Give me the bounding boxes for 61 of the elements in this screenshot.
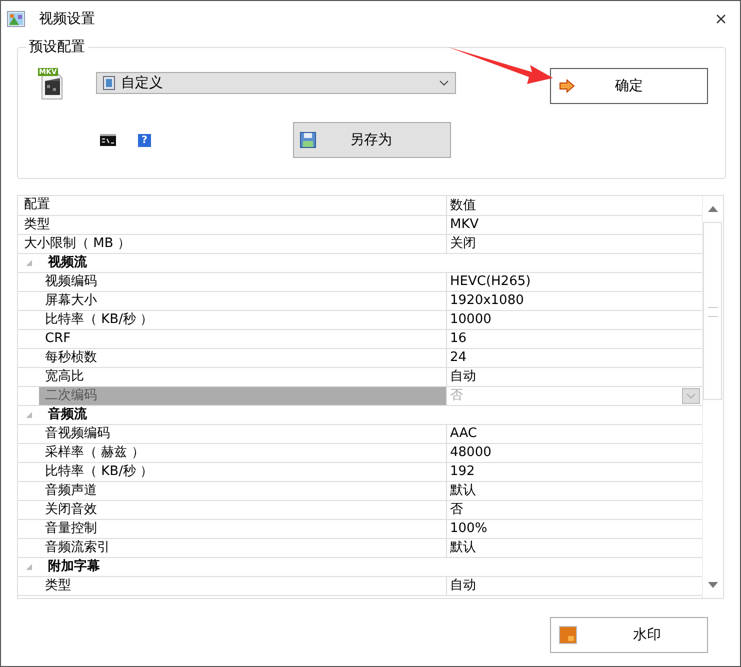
expand-icon[interactable] bbox=[26, 260, 32, 266]
preset-dropdown[interactable]: 自定义 bbox=[96, 72, 456, 94]
watermark-button[interactable]: 水印 bbox=[550, 617, 708, 653]
property-value: 否 bbox=[450, 387, 464, 405]
property-name[interactable]: 比特率（ KB/秒 ） bbox=[39, 311, 446, 329]
help-icon[interactable]: ? bbox=[138, 134, 151, 146]
property-name[interactable]: 音视频编码 bbox=[39, 425, 446, 443]
terminal-icon[interactable] bbox=[100, 134, 116, 146]
property-value: 自动 bbox=[450, 577, 476, 595]
close-icon[interactable] bbox=[716, 14, 726, 24]
picture-app-icon bbox=[7, 11, 25, 27]
property-value: 自动 bbox=[450, 368, 476, 386]
image-icon bbox=[559, 626, 577, 644]
property-value: 48000 bbox=[450, 444, 492, 462]
property-value: HEVC(H265) bbox=[450, 273, 531, 291]
dropdown-icon[interactable] bbox=[682, 388, 700, 404]
property-name[interactable]: 音频声道 bbox=[39, 482, 446, 500]
column-header: 数值 bbox=[449, 196, 477, 214]
scrollbar[interactable] bbox=[702, 196, 723, 598]
property-name[interactable]: CRF bbox=[39, 330, 446, 348]
floppy-icon bbox=[300, 132, 316, 148]
scroll-up-icon[interactable] bbox=[708, 206, 718, 212]
save-as-button[interactable]: 另存为 bbox=[293, 122, 451, 158]
dropdown-value: 自定义 bbox=[121, 74, 164, 92]
property-name[interactable]: 类型 bbox=[18, 216, 446, 234]
property-name[interactable]: 视频编码 bbox=[39, 273, 446, 291]
property-value: MKV bbox=[450, 216, 479, 234]
property-name[interactable]: 关闭音效 bbox=[39, 501, 446, 519]
property-name[interactable]: 音频流索引 bbox=[39, 539, 446, 557]
property-value: 16 bbox=[450, 330, 467, 348]
column-header: 配置 bbox=[18, 196, 447, 215]
group-label: 视频流 bbox=[48, 254, 87, 272]
film-icon bbox=[103, 76, 115, 90]
property-name[interactable]: 类型 bbox=[39, 577, 446, 595]
property-name[interactable]: 比特率（ KB/秒 ） bbox=[39, 463, 446, 481]
property-value: 1920x1080 bbox=[450, 292, 524, 310]
property-name[interactable]: 大小限制（ MB ） bbox=[18, 235, 446, 253]
caret-icon bbox=[439, 80, 449, 86]
property-name[interactable]: 屏幕大小 bbox=[39, 292, 446, 310]
expand-icon[interactable] bbox=[26, 564, 32, 570]
property-value: 24 bbox=[450, 349, 467, 367]
group-label: 音频流 bbox=[48, 406, 87, 424]
property-value: 192 bbox=[450, 463, 475, 481]
expand-icon[interactable] bbox=[26, 412, 32, 418]
property-name[interactable]: 宽高比 bbox=[39, 368, 446, 386]
ok-button[interactable]: 确定 bbox=[550, 68, 708, 104]
window-title: 视频设置 bbox=[39, 10, 96, 28]
property-value: 否 bbox=[450, 501, 463, 519]
property-value: 关闭 bbox=[450, 235, 476, 253]
property-name[interactable]: 采样率（ 赫兹 ） bbox=[39, 444, 446, 462]
property-name[interactable]: 音量控制 bbox=[39, 520, 446, 538]
property-value: 默认 bbox=[450, 539, 476, 557]
property-value: 100% bbox=[450, 520, 488, 538]
scroll-down-icon[interactable] bbox=[708, 582, 718, 588]
property-value: AAC bbox=[450, 425, 477, 443]
property-value: 默认 bbox=[450, 482, 476, 500]
property-value: 10000 bbox=[450, 311, 492, 329]
arrow-right-icon bbox=[559, 79, 575, 93]
group-label: 附加字幕 bbox=[48, 558, 100, 576]
group-title: 预设配置 bbox=[26, 38, 88, 56]
property-name[interactable]: 每秒桢数 bbox=[39, 349, 446, 367]
